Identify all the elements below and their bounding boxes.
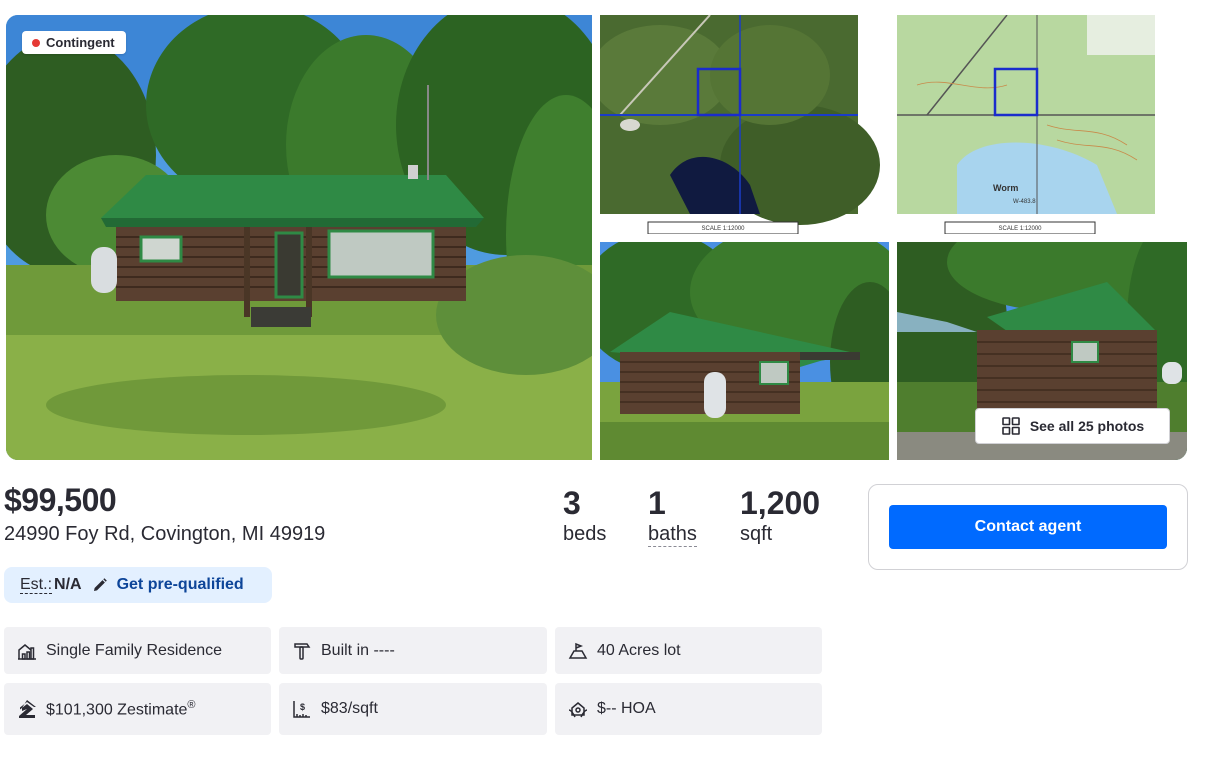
cabin-photo-main <box>6 15 592 460</box>
sqft-value: 1,200 <box>740 485 821 521</box>
fact-lot-size-text: 40 Acres lot <box>597 641 681 659</box>
estimate-value: N/A <box>54 576 82 593</box>
map-scale-label: SCALE 1:12000 <box>701 226 745 232</box>
baths-label[interactable]: baths <box>648 522 697 547</box>
status-dot-icon <box>32 38 40 47</box>
topo-map-photo[interactable]: Worm W-483.8 SCALE 1:12000 <box>897 15 1187 234</box>
see-all-photos-label: See all 25 photos <box>1029 418 1145 434</box>
map-lake-label: Worm <box>993 183 1018 193</box>
contact-card: Contact agent <box>868 484 1188 570</box>
pencil-icon[interactable] <box>92 577 108 593</box>
photo-gallery: Contingent SCALE 1:12000 Worm W-483.8 SC… <box>6 15 1187 460</box>
baths-stat[interactable]: 1 baths <box>648 484 697 547</box>
sqft-label: sqft <box>740 523 773 545</box>
beds-label: beds <box>563 523 607 545</box>
fact-zestimate[interactable]: $101,300 Zestimate® <box>4 683 271 735</box>
price-per-sqft-icon: $ <box>292 699 312 719</box>
fact-lot-size: 40 Acres lot <box>555 627 822 674</box>
beds-value: 3 <box>563 485 581 521</box>
hoa-icon <box>568 699 588 719</box>
fact-home-type-text: Single Family Residence <box>46 641 223 659</box>
fact-year-built-text: Built in ---- <box>321 641 395 659</box>
zestimate-value: $101,300 Zestimate <box>46 701 188 719</box>
grid-icon <box>1001 416 1021 436</box>
zestimate-logo-icon <box>17 699 37 719</box>
aerial-map-photo[interactable]: SCALE 1:12000 <box>600 15 889 234</box>
estimate-pill: Est.: N/A Get pre-qualified <box>4 567 272 603</box>
beds-stat: 3 beds <box>563 484 606 546</box>
registered-mark: ® <box>187 698 196 711</box>
fact-year-built: Built in ---- <box>279 627 547 674</box>
main-photo[interactable]: Contingent <box>6 15 592 460</box>
lot-size-icon <box>568 641 588 661</box>
status-badge: Contingent <box>22 31 126 54</box>
hammer-icon <box>292 641 312 661</box>
fact-hoa-text: $-- HOA <box>597 700 656 717</box>
aerial-map-image: SCALE 1:12000 <box>600 15 889 234</box>
sqft-stat: 1,200 sqft <box>740 484 820 546</box>
fact-home-type: Single Family Residence <box>4 627 271 674</box>
house-chart-icon <box>17 641 37 661</box>
map-scale-label: SCALE 1:12000 <box>998 226 1042 232</box>
fact-zestimate-text[interactable]: $101,300 Zestimate® <box>46 699 196 719</box>
estimate-label[interactable]: Est.: <box>20 576 53 594</box>
contact-agent-button[interactable]: Contact agent <box>889 505 1167 549</box>
fact-hoa: $-- HOA <box>555 683 822 735</box>
see-all-photos-button[interactable]: See all 25 photos <box>975 408 1170 444</box>
get-pre-qualified-link[interactable]: Get pre-qualified <box>117 576 244 594</box>
fact-price-per-sqft-text: $83/sqft <box>321 700 378 717</box>
map-lake-sub-label: W-483.8 <box>1013 199 1036 205</box>
listing-address: 24990 Foy Rd, Covington, MI 49919 <box>4 523 326 545</box>
listing-price: $99,500 <box>4 482 117 518</box>
fact-price-per-sqft: $ $83/sqft <box>279 683 547 735</box>
cabin-photo-side[interactable] <box>600 242 889 460</box>
baths-value: 1 <box>648 485 666 521</box>
svg-text:$: $ <box>300 702 305 712</box>
status-label: Contingent <box>46 35 115 50</box>
topo-map-image: Worm W-483.8 SCALE 1:12000 <box>897 15 1187 234</box>
cabin-photo-side-image <box>600 242 889 460</box>
